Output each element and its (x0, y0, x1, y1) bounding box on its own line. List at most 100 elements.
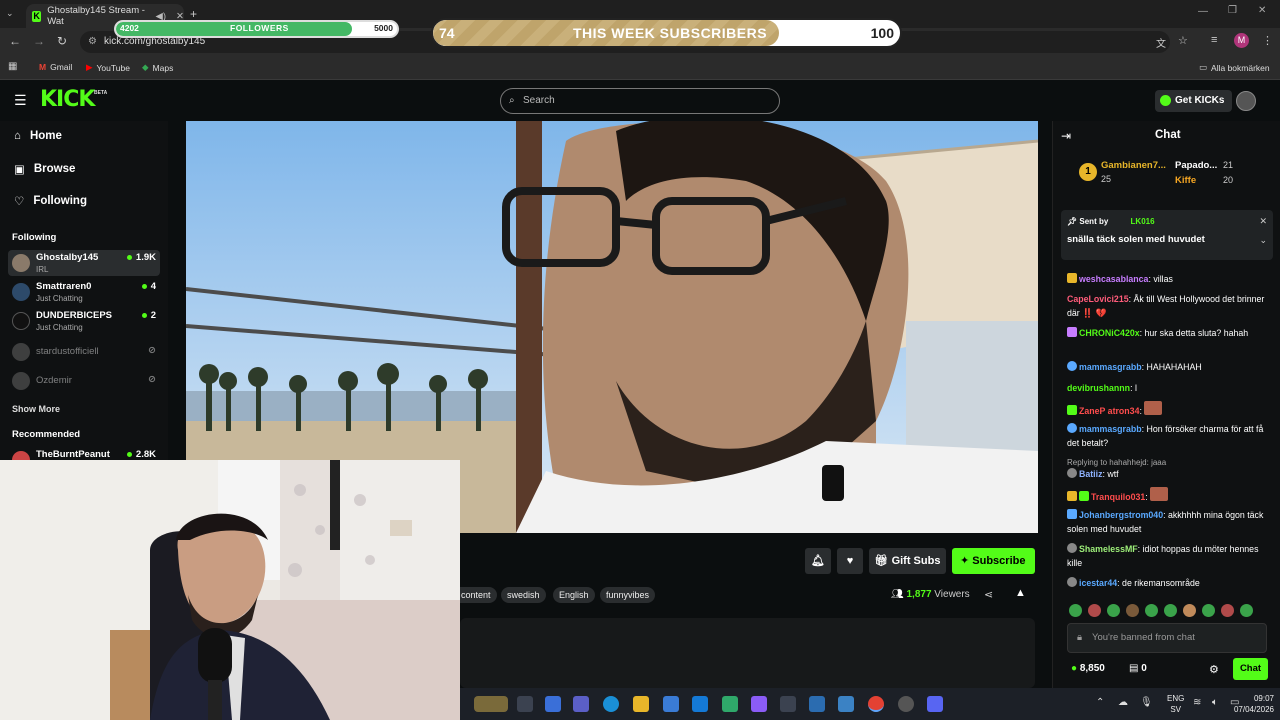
browser-menu-icon[interactable]: ⋮ (1262, 34, 1273, 47)
maps-pin-icon: ◆ (142, 62, 149, 72)
leaderboard-top-user[interactable]: Gambianen7... (1101, 160, 1166, 171)
app-icon[interactable] (838, 696, 854, 712)
following-channel-dunderbiceps[interactable]: DUNDERBICEPS Just Chatting 2 (8, 308, 160, 334)
collapse-chat-icon[interactable]: ⇥ (1061, 129, 1071, 143)
chat-settings-gear-icon[interactable]: ⚙ (1209, 663, 1219, 676)
folder-icon: ▭ (1199, 62, 1208, 72)
expand-chevron-down-icon[interactable]: ⌄ (1259, 235, 1267, 246)
wifi-icon[interactable]: ≋ (1193, 697, 1201, 708)
clock[interactable]: 09:07 07/04/2026 (1234, 693, 1274, 715)
m365-icon[interactable] (751, 696, 767, 712)
store-icon[interactable] (663, 696, 679, 712)
maximize-icon[interactable]: ❐ (1228, 5, 1237, 16)
following-channel-ghostalby145[interactable]: Ghostalby145 IRL 1.9K (8, 250, 160, 276)
share-icon[interactable]: ⋖ (984, 588, 993, 601)
show-more-link[interactable]: Show More (12, 404, 60, 414)
follow-button[interactable]: ♥ (837, 548, 863, 574)
tab-list-icon[interactable]: ⌄ (6, 8, 14, 19)
obs-icon[interactable] (898, 696, 914, 712)
kicks-balance[interactable]: ● 8,850 (1071, 663, 1105, 674)
emote-icon[interactable] (1221, 604, 1234, 617)
media-control-icon[interactable]: ≡ (1211, 34, 1217, 46)
emote-icon[interactable] (1183, 604, 1196, 617)
apps-grid-icon[interactable]: ▦ (8, 61, 17, 72)
tag-swedish[interactable]: swedish (501, 587, 546, 603)
forward-icon[interactable]: → (33, 34, 45, 48)
nav-browse[interactable]: ▣ Browse (14, 162, 75, 176)
bookmark-maps[interactable]: ◆ Maps (142, 62, 173, 73)
kick-logo[interactable]: KICK (40, 87, 95, 112)
live-dot-icon (126, 451, 132, 457)
nav-following[interactable]: ♡ Following (14, 194, 87, 208)
bell-icon: 🔔︎ (811, 555, 825, 567)
reload-icon[interactable]: ↻ (57, 34, 67, 48)
microphone-icon[interactable]: 🎙︎ (1140, 697, 1153, 708)
chat-input[interactable]: 🔒︎ You're banned from chat (1067, 623, 1267, 653)
get-kicks-button[interactable]: Get KICKs (1155, 90, 1233, 112)
emote-icon[interactable] (1145, 604, 1158, 617)
minimize-icon[interactable]: — (1198, 6, 1208, 17)
all-bookmarks[interactable]: ▭ Alla bokmärken (1199, 62, 1270, 73)
app-icon[interactable] (722, 696, 738, 712)
emote-icon[interactable] (1107, 604, 1120, 617)
emote-icon[interactable] (1126, 604, 1139, 617)
bookmark-youtube[interactable]: ▶ YouTube (86, 62, 130, 73)
unpin-icon[interactable]: ✕ (1259, 216, 1267, 227)
bookmark-gmail[interactable]: M Gmail (39, 62, 72, 72)
tag-english[interactable]: English (553, 587, 595, 603)
leaderboard-user-3[interactable]: Kiffe (1175, 175, 1196, 186)
emote-icon[interactable] (1088, 604, 1101, 617)
tag-content[interactable]: content (460, 587, 497, 603)
app-icon[interactable] (780, 696, 796, 712)
close-window-icon[interactable]: ✕ (1258, 5, 1266, 16)
volume-icon[interactable]: 🔈︎ (1212, 697, 1218, 708)
avatar (12, 343, 30, 361)
teams-icon[interactable] (573, 696, 589, 712)
tray-chevron-up-icon[interactable]: ⌃ (1096, 697, 1104, 708)
input-language[interactable]: ENG SV (1167, 693, 1184, 715)
widgets-icon[interactable] (474, 696, 508, 712)
subscribe-button[interactable]: ✦ Subscribe (952, 548, 1035, 574)
nav-home[interactable]: ⌂ Home (14, 130, 62, 142)
emote-icon[interactable] (1202, 604, 1215, 617)
back-icon[interactable]: ← (9, 34, 21, 48)
subs-goal: 100 (870, 25, 894, 41)
chrome-icon[interactable] (868, 696, 884, 712)
chat-message: Batiiz: wtf (1067, 467, 1275, 481)
gift-subs-button[interactable]: 🎁︎ Gift Subs (869, 548, 946, 574)
tag-funnyvibes[interactable]: funnyvibes (600, 587, 656, 603)
home-icon: ⌂ (14, 130, 21, 142)
pinned-message[interactable]: 📌︎ Sent by LK016 snälla täck solen med h… (1061, 210, 1273, 260)
hamburger-menu-icon[interactable]: ☰ (14, 92, 27, 109)
report-icon[interactable]: ▲ (1015, 587, 1026, 599)
photos-icon[interactable] (809, 696, 825, 712)
profile-avatar[interactable]: M (1234, 33, 1249, 48)
leaderboard-value-2: 21 (1223, 160, 1234, 170)
file-explorer-icon[interactable] (633, 696, 649, 712)
emote-icon[interactable] (1164, 604, 1177, 617)
new-tab-icon[interactable]: + (190, 7, 197, 21)
bookmark-star-icon[interactable]: ☆ (1178, 34, 1188, 47)
user-avatar[interactable] (1236, 91, 1256, 111)
following-channel-smattraren0[interactable]: Smattraren0 Just Chatting 4 (8, 279, 160, 305)
translate-icon[interactable]: 文 (1156, 35, 1166, 50)
notifications-button[interactable]: 🔔︎ (805, 548, 831, 574)
search-input[interactable]: ⌕ Search (500, 88, 780, 114)
task-view-icon[interactable] (517, 696, 533, 712)
leaderboard-user-2[interactable]: Papado... (1175, 160, 1217, 171)
onedrive-icon[interactable]: ☁ (1118, 697, 1128, 708)
emote-icon[interactable] (1069, 604, 1082, 617)
discord-icon[interactable] (927, 696, 943, 712)
following-channel-ozdemir[interactable]: Ozdemir ⊘ (8, 368, 160, 394)
send-chat-button[interactable]: Chat (1233, 658, 1268, 680)
gift-count[interactable]: ▤ 0 (1129, 663, 1147, 674)
subs-label: THIS WEEK SUBSCRIBERS (573, 25, 768, 41)
site-info-icon[interactable]: ⚙ (88, 31, 97, 53)
emote-icon[interactable] (1240, 604, 1253, 617)
chat-message: Johanbergstrom040: akkhhhh mina ögon täc… (1067, 509, 1264, 534)
outlook-icon[interactable] (692, 696, 708, 712)
edge-icon[interactable] (603, 696, 619, 712)
following-channel-stardustofficiell[interactable]: stardustofficiell ⊘ (8, 339, 160, 365)
avatar (12, 254, 30, 272)
copilot-icon[interactable] (545, 696, 561, 712)
